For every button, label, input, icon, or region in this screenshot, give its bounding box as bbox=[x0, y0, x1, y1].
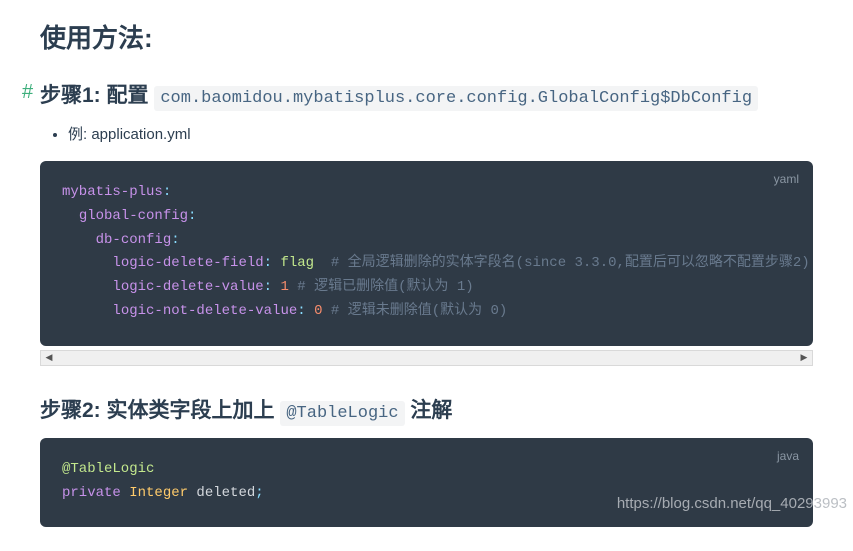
yaml-comment: # 逻辑未删除值(默认为 0) bbox=[322, 303, 507, 319]
page-title: 使用方法: bbox=[40, 18, 813, 55]
yaml-key: db-config bbox=[96, 232, 172, 248]
anchor-icon[interactable]: # bbox=[22, 81, 33, 104]
java-type: Integer bbox=[129, 485, 188, 501]
code-lang-label: yaml bbox=[774, 169, 799, 189]
step1-prefix: 步骤1: 配置 bbox=[40, 84, 154, 107]
yaml-key: logic-delete-value bbox=[112, 279, 263, 295]
code-lang-label: java bbox=[777, 446, 799, 466]
yaml-code-block: yaml mybatis-plus: global-config: db-conf… bbox=[40, 161, 813, 346]
yaml-colon: : bbox=[297, 303, 314, 319]
yaml-value: 1 bbox=[280, 279, 288, 295]
yaml-key: logic-not-delete-value bbox=[112, 303, 297, 319]
yaml-key: logic-delete-field bbox=[112, 255, 263, 271]
yaml-comment: # 逻辑已删除值(默认为 1) bbox=[289, 279, 474, 295]
step2-heading: 步骤2: 实体类字段上加上 @TableLogic 注解 bbox=[40, 394, 813, 424]
scroll-right-arrow-icon[interactable]: ▶ bbox=[796, 351, 812, 365]
java-annotation: @TableLogic bbox=[62, 461, 154, 477]
yaml-value: flag bbox=[280, 255, 314, 271]
step2-annotation: @TableLogic bbox=[280, 401, 404, 426]
scroll-track[interactable] bbox=[57, 351, 796, 365]
java-semicolon: ; bbox=[255, 485, 263, 501]
java-code-block: java @TableLogic private Integer deleted; bbox=[40, 438, 813, 528]
scroll-left-arrow-icon[interactable]: ◀ bbox=[41, 351, 57, 365]
yaml-comment: # 全局逻辑删除的实体字段名(since 3.3.0,配置后可以忽略不配置步骤2… bbox=[314, 255, 810, 271]
step1-list: 例: application.yml bbox=[40, 123, 813, 147]
yaml-key: mybatis-plus bbox=[62, 184, 163, 200]
yaml-colon: : bbox=[264, 279, 281, 295]
list-item: 例: application.yml bbox=[68, 123, 813, 147]
step1-config-class: com.baomidou.mybatisplus.core.config.Glo… bbox=[154, 86, 758, 111]
step2-suffix: 注解 bbox=[405, 399, 453, 422]
yaml-colon: : bbox=[163, 184, 171, 200]
horizontal-scrollbar[interactable]: ◀ ▶ bbox=[40, 350, 813, 366]
step2-prefix: 步骤2: 实体类字段上加上 bbox=[40, 399, 280, 422]
java-keyword: private bbox=[62, 485, 121, 501]
yaml-colon: : bbox=[264, 255, 281, 271]
yaml-colon: : bbox=[188, 208, 196, 224]
step1-heading: # 步骤1: 配置 com.baomidou.mybatisplus.core.… bbox=[40, 79, 813, 109]
yaml-colon: : bbox=[171, 232, 179, 248]
java-field: deleted bbox=[188, 485, 255, 501]
yaml-key: global-config bbox=[79, 208, 188, 224]
